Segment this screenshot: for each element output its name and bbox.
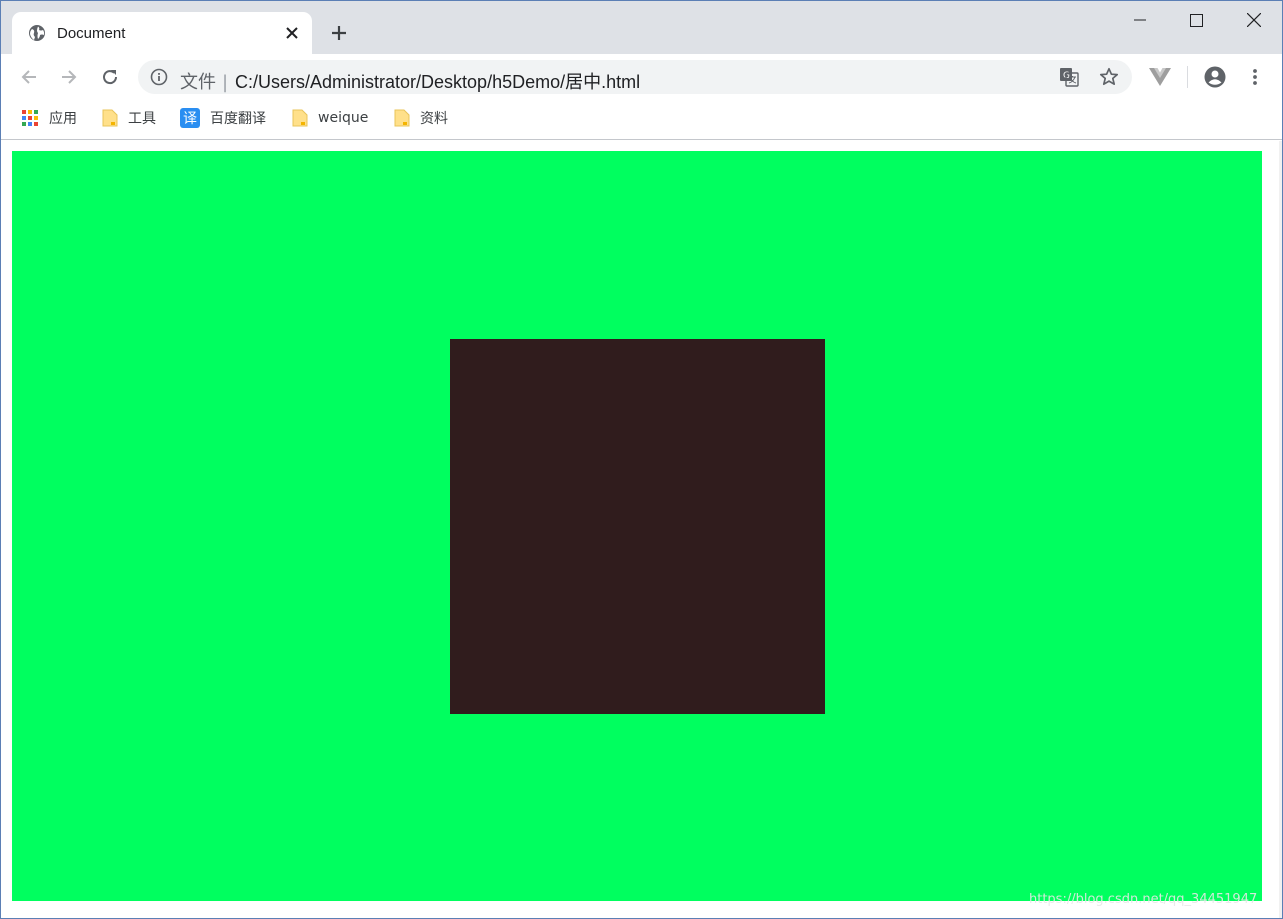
tab-strip: Document (1, 1, 1282, 54)
centered-dark-box (450, 339, 825, 714)
url-text[interactable]: C:/Users/Administrator/Desktop/h5Demo/居中… (235, 68, 640, 94)
tab-title: Document (57, 25, 126, 42)
folder-icon (292, 109, 308, 127)
forward-arrow-icon[interactable] (57, 65, 81, 89)
watermark-text: https://blog.csdn.net/qq_34451947 (1029, 892, 1258, 907)
back-arrow-icon[interactable] (17, 65, 41, 89)
plus-icon (332, 26, 346, 40)
bookmark-apps[interactable]: 应用 (21, 108, 77, 128)
window-close-button[interactable] (1225, 1, 1283, 39)
maximize-icon (1189, 13, 1203, 27)
info-icon[interactable] (147, 65, 171, 89)
star-icon[interactable] (1097, 65, 1121, 89)
toolbar-divider (1187, 66, 1188, 88)
reload-icon[interactable] (98, 65, 122, 89)
bookmark-label: 百度翻译 (210, 111, 266, 127)
bookmark-folder-tools[interactable]: 工具 (102, 108, 156, 128)
bookmark-folder-materials[interactable]: 资料 (394, 108, 448, 128)
tab-close-icon[interactable] (283, 24, 301, 42)
bookmark-label: 工具 (128, 111, 156, 127)
bookmark-folder-weique[interactable]: weique (292, 108, 368, 128)
bookmark-label: weique (318, 110, 369, 126)
folder-icon (394, 109, 410, 127)
account-icon[interactable] (1203, 65, 1227, 89)
minimize-button[interactable] (1111, 1, 1169, 39)
maximize-button[interactable] (1167, 1, 1225, 39)
bookmark-baidu-translate[interactable]: 译 百度翻译 (180, 108, 266, 128)
bookmarks-bar: 应用 工具 译 百度翻译 weique 资料 (1, 100, 1282, 140)
new-tab-button[interactable] (327, 21, 351, 45)
globe-icon (28, 24, 46, 42)
folder-icon (102, 109, 118, 127)
menu-kebab-icon[interactable] (1243, 65, 1267, 89)
minimize-icon (1134, 19, 1146, 21)
scrollbar[interactable] (1279, 141, 1282, 918)
vue-extension-icon[interactable] (1148, 65, 1172, 89)
page-viewport (1, 141, 1282, 918)
bookmark-label: 应用 (49, 111, 77, 127)
tab-document[interactable]: Document (12, 12, 312, 54)
apps-grid-icon (22, 110, 38, 126)
outer-green-box (12, 151, 1262, 901)
translate-badge-icon: 译 (180, 108, 200, 128)
toolbar: 文件 | C:/Users/Administrator/Desktop/h5Dem… (1, 54, 1282, 100)
scheme-label: 文件 | (180, 72, 229, 93)
translate-icon[interactable]: G (1057, 65, 1081, 89)
bookmark-label: 资料 (420, 111, 448, 127)
close-icon (1247, 13, 1261, 27)
address-bar[interactable]: 文件 | C:/Users/Administrator/Desktop/h5Dem… (138, 60, 1132, 94)
